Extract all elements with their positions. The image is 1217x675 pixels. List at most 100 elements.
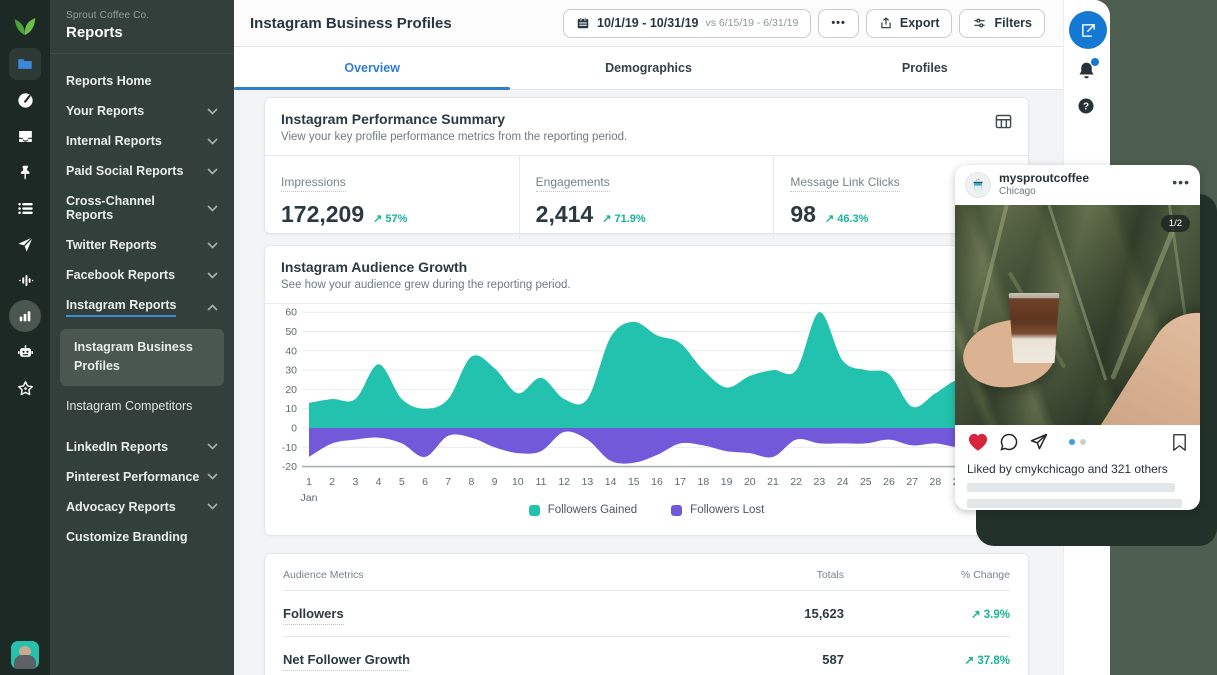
date-range-button[interactable]: 10/1/19 - 10/31/19 vs 6/15/19 - 6/31/19 [563,9,811,38]
chevron-down-icon [207,272,218,279]
star-icon[interactable] [0,370,50,406]
sidebar-item-twitter-reports[interactable]: Twitter Reports [50,230,234,260]
sidebar-item-instagram-competitors[interactable]: Instagram Competitors [50,390,234,422]
chevron-down-icon [207,138,218,145]
compare-range-value: vs 6/15/19 - 6/31/19 [706,17,799,29]
svg-text:28: 28 [930,476,942,488]
compose-icon [1080,22,1097,39]
post-more-icon[interactable]: ••• [1172,174,1190,196]
metric-delta: ↗ 57% [373,212,407,225]
compose-button[interactable] [1069,11,1107,49]
svg-text:2: 2 [329,476,335,488]
svg-text:10: 10 [512,476,524,488]
svg-text:0: 0 [291,423,297,435]
page-title: Instagram Business Profiles [234,15,563,32]
main-panel: Instagram Business Profiles 10/1/19 - 10… [234,0,1063,675]
metric-label[interactable]: Engagements [536,175,610,192]
metric-label[interactable]: Message Link Clicks [790,175,899,192]
export-label: Export [900,16,940,30]
tab-profiles[interactable]: Profiles [787,47,1063,89]
gained-swatch [529,505,540,516]
sidebar-item-customize-branding[interactable]: Customize Branding [50,522,234,552]
table-header-row: Audience Metrics Totals % Change [283,554,1010,591]
sidebar-item-cross-channel-reports[interactable]: Cross-Channel Reports [50,186,234,230]
table-view-icon[interactable] [995,114,1012,134]
more-options-button[interactable]: ••• [818,9,859,38]
chevron-down-icon [207,205,218,212]
bar-chart-icon [9,300,41,332]
summary-title: Instagram Performance Summary [281,111,1012,127]
help-button[interactable]: ? [1076,96,1096,121]
growth-card-header: Instagram Audience Growth See how your a… [265,246,1028,304]
sidebar-item-pinterest-performance[interactable]: Pinterest Performance [50,462,234,492]
avatar-body [14,655,36,669]
sidebar-item-internal-reports[interactable]: Internal Reports [50,126,234,156]
sidebar-item-paid-social-reports[interactable]: Paid Social Reports [50,156,234,186]
svg-text:22: 22 [790,476,802,488]
grass-blade [973,205,1013,333]
sidebar-item-your-reports[interactable]: Your Reports [50,96,234,126]
instagram-identity: mysproutcoffee Chicago [999,171,1164,199]
bot-icon[interactable] [0,334,50,370]
bookmark-icon[interactable] [1171,433,1188,452]
row-change: ↗ 37.8% [844,653,1010,667]
legend-followers-lost[interactable]: Followers Lost [671,504,764,516]
app-icon-rail [0,0,50,675]
export-button[interactable]: Export [866,9,953,38]
row-total: 15,623 [724,606,844,621]
table-row-followers[interactable]: Followers 15,623 ↗ 3.9% [283,591,1010,637]
table-row-net-follower-growth[interactable]: Net Follower Growth 587 ↗ 37.8% [283,637,1010,675]
pin-icon[interactable] [0,154,50,190]
svg-text:8: 8 [468,476,474,488]
svg-text:50: 50 [285,326,297,338]
filters-button[interactable]: Filters [959,9,1045,38]
svg-text:20: 20 [285,384,297,396]
user-avatar[interactable] [11,641,39,669]
sidebar-header: Sprout Coffee Co. Reports [50,0,234,54]
instagram-username[interactable]: mysproutcoffee [999,171,1164,186]
sidebar-item-instagram-business-profiles[interactable]: Instagram Business Profiles [60,329,224,386]
sidebar-item-instagram-reports[interactable]: Instagram Reports [50,290,234,325]
instagram-post-photo: 1/2 [955,205,1200,425]
comment-icon[interactable] [999,432,1019,452]
legend-followers-gained[interactable]: Followers Gained [529,504,637,516]
gauge-icon[interactable] [0,82,50,118]
audience-growth-chart[interactable]: -20-100102030405060123456789101112131415… [275,308,1016,508]
sidebar-item-advocacy-reports[interactable]: Advocacy Reports [50,492,234,522]
export-icon [879,16,893,30]
instagram-avatar[interactable] [965,172,991,198]
coffee-cup-icon [971,178,985,192]
svg-text:18: 18 [698,476,710,488]
row-metric-label[interactable]: Followers [283,606,344,625]
sidebar-item-linkedin-reports[interactable]: LinkedIn Reports [50,432,234,462]
tab-demographics[interactable]: Demographics [510,47,786,89]
sidebar-item-reports-home[interactable]: Reports Home [50,66,234,96]
sprout-logo-icon[interactable] [0,0,50,46]
svg-text:25: 25 [860,476,872,488]
like-heart-icon[interactable] [967,432,989,452]
liked-by-text[interactable]: Liked by cmykchicago and 321 others [955,459,1200,476]
row-metric-label[interactable]: Net Follower Growth [283,652,410,671]
inbox-icon[interactable] [0,118,50,154]
svg-text:40: 40 [285,345,297,357]
date-range-value: 10/1/19 - 10/31/19 [597,16,698,30]
col-totals: Totals [724,569,844,581]
instagram-location[interactable]: Chicago [999,186,1164,199]
metric-label[interactable]: Impressions [281,175,346,192]
share-icon[interactable] [1029,432,1049,452]
summary-metrics: Impressions 172,209↗ 57% Engagements 2,4… [265,156,1028,239]
list-icon[interactable] [0,190,50,226]
ellipsis-icon: ••• [831,17,846,29]
rail-reports-item[interactable] [0,298,50,334]
waveform-icon[interactable] [0,262,50,298]
svg-text:9: 9 [492,476,498,488]
svg-text:Jan: Jan [301,492,318,504]
send-icon[interactable] [0,226,50,262]
sidebar-item-facebook-reports[interactable]: Facebook Reports [50,260,234,290]
rail-folder-item[interactable] [0,46,50,82]
tab-overview[interactable]: Overview [234,47,510,89]
notifications-button[interactable] [1076,60,1097,86]
svg-text:10: 10 [285,403,297,415]
reports-sidebar: Sprout Coffee Co. Reports Reports Home Y… [50,0,234,675]
audience-growth-card: Instagram Audience Growth See how your a… [264,245,1029,536]
